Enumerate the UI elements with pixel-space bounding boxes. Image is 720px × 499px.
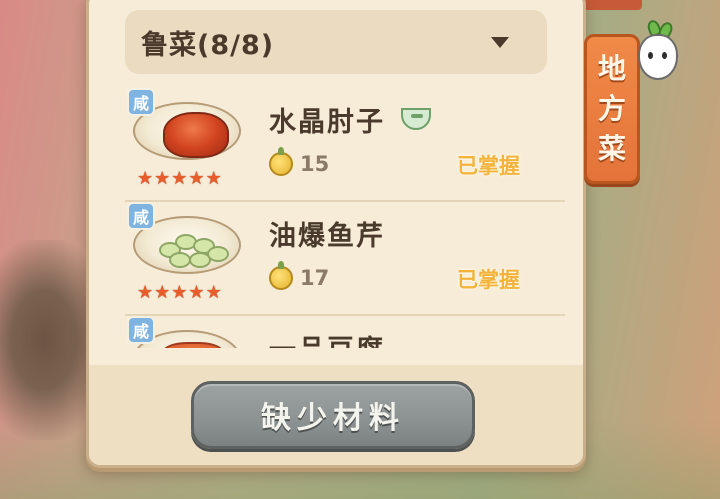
recipe-item[interactable]: 咸 ★ ★ ★ ★ ★ 油爆鱼芹 17 已掌握 xyxy=(125,202,565,316)
category-dropdown-label: 鲁菜(8/8) xyxy=(141,29,275,61)
radish-mascot-icon xyxy=(634,18,682,80)
star-icon: ★ xyxy=(171,168,188,189)
coin-icon xyxy=(269,261,293,290)
star-icon: ★ xyxy=(154,168,171,189)
recipe-panel: 鲁菜(8/8) 咸 ★ ★ ★ ★ ★ 水晶肘子 15 已掌握 咸 ★ ★ ★ … xyxy=(86,0,586,468)
star-icon: ★ xyxy=(188,168,205,189)
star-icon: ★ xyxy=(171,282,188,303)
dish-name: 油爆鱼芹 xyxy=(269,221,385,252)
mastered-status: 已掌握 xyxy=(457,268,520,292)
star-icon: ★ xyxy=(137,168,154,189)
recipe-item[interactable]: 咸 一品豆腐 xyxy=(125,316,565,348)
dish-name: 水晶肘子 xyxy=(269,107,385,138)
bowl-icon xyxy=(401,108,431,130)
dish-cost: 15 xyxy=(300,152,330,176)
recipe-item[interactable]: 咸 ★ ★ ★ ★ ★ 水晶肘子 15 已掌握 xyxy=(125,88,565,202)
taste-tag: 咸 xyxy=(127,202,155,230)
star-rating: ★ ★ ★ ★ ★ xyxy=(137,284,222,302)
tab-char: 方 xyxy=(597,92,626,125)
category-dropdown[interactable]: 鲁菜(8/8) xyxy=(125,10,547,74)
dropdown-arrow-icon[interactable] xyxy=(491,37,509,48)
star-icon: ★ xyxy=(154,282,171,303)
star-icon: ★ xyxy=(205,282,222,303)
coin-icon xyxy=(269,147,293,176)
dish-name: 一品豆腐 xyxy=(269,328,385,348)
tab-char: 地 xyxy=(597,52,626,85)
missing-ingredients-button[interactable]: 缺少材料 xyxy=(191,381,475,449)
mastered-status: 已掌握 xyxy=(457,154,520,178)
tab-regional-cuisine[interactable]: 地 方 菜 xyxy=(584,34,640,184)
tab-char: 菜 xyxy=(597,132,626,165)
dish-cost: 17 xyxy=(300,266,330,290)
taste-tag: 咸 xyxy=(127,316,155,344)
dish-food-image xyxy=(161,342,225,348)
star-icon: ★ xyxy=(137,282,154,303)
star-rating: ★ ★ ★ ★ ★ xyxy=(137,170,222,188)
star-icon: ★ xyxy=(188,282,205,303)
dish-food-image xyxy=(163,112,229,158)
star-icon: ★ xyxy=(205,168,222,189)
recipe-list[interactable]: 咸 ★ ★ ★ ★ ★ 水晶肘子 15 已掌握 咸 ★ ★ ★ ★ ★ 油爆鱼芹… xyxy=(125,88,565,348)
taste-tag: 咸 xyxy=(127,88,155,116)
shelf-decoration xyxy=(580,0,642,10)
dish-food-image xyxy=(155,232,229,268)
